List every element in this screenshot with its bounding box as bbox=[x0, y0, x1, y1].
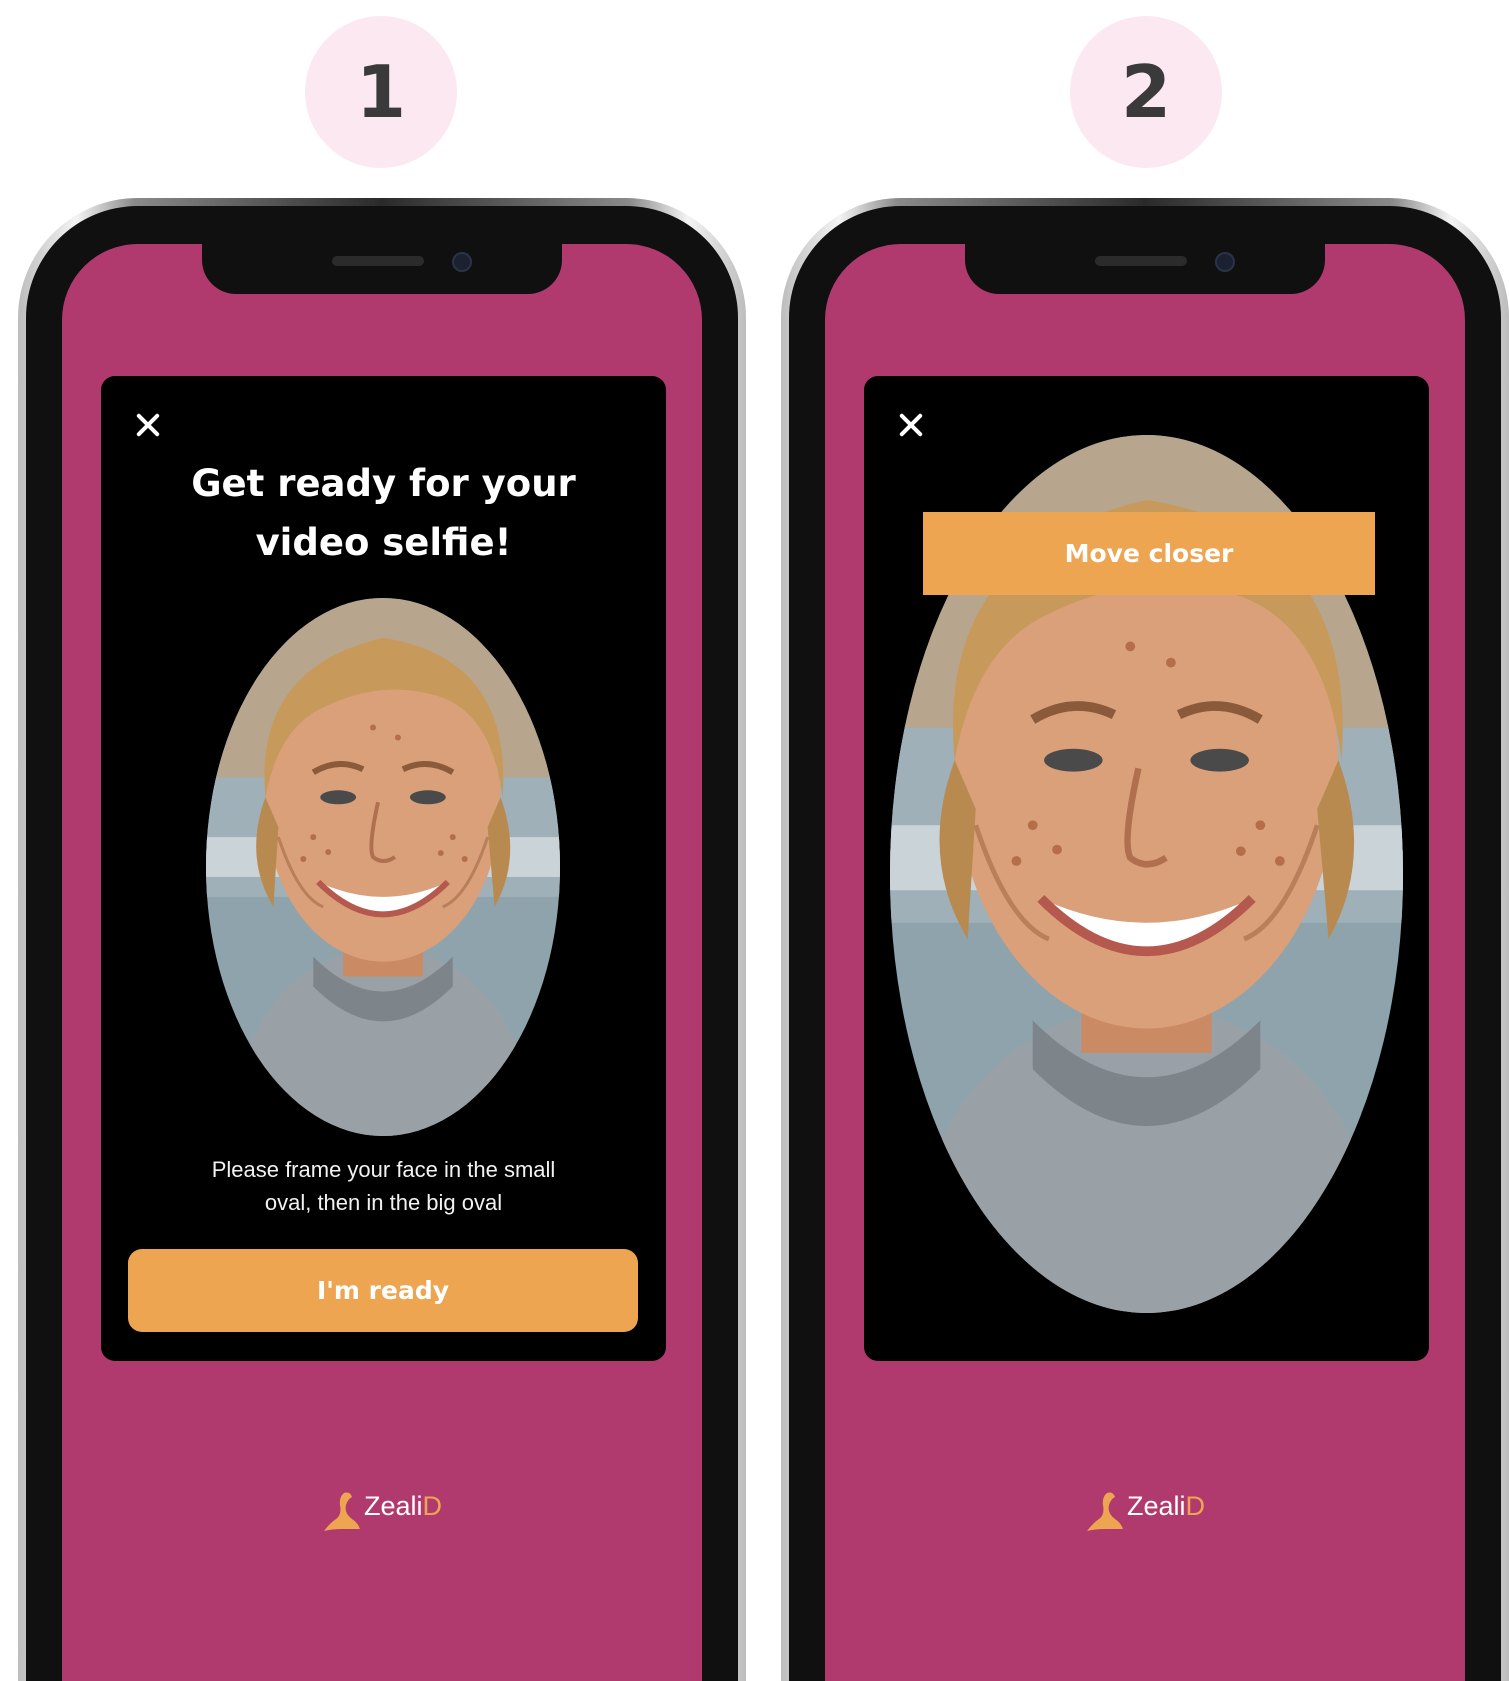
front-camera-icon bbox=[452, 252, 472, 272]
instruction-text: Please frame your face in the small oval… bbox=[151, 1153, 616, 1219]
logo-text-main: Zeali bbox=[363, 1491, 423, 1521]
close-icon[interactable] bbox=[135, 412, 161, 438]
instruction-line: Please frame your face in the small bbox=[211, 1157, 556, 1182]
face-frame-small-oval bbox=[206, 598, 560, 1136]
title-line: Get ready for your bbox=[191, 462, 576, 505]
app-screen: Move closer ZealiD bbox=[825, 244, 1465, 1681]
title-line: video selfie! bbox=[255, 521, 512, 564]
logo-text-accent: D bbox=[422, 1491, 443, 1521]
speaker-grille bbox=[332, 256, 424, 266]
logo-text-main: Zeali bbox=[1126, 1491, 1186, 1521]
move-closer-banner: Move closer bbox=[923, 512, 1375, 595]
logo-text: ZealiD bbox=[1127, 1491, 1205, 1521]
phone-notch bbox=[965, 244, 1325, 294]
seal-logo-icon bbox=[323, 1492, 360, 1531]
step-badge-2: 2 bbox=[1070, 16, 1222, 168]
step-badge-1: 1 bbox=[305, 16, 457, 168]
zealid-logo: ZealiD bbox=[322, 1489, 442, 1531]
selfie-intro-card: Get ready for your video selfie! Please … bbox=[101, 376, 666, 1361]
selfie-capture-card: Move closer bbox=[864, 376, 1429, 1361]
page-title: Get ready for your video selfie! bbox=[141, 454, 626, 572]
phone-notch bbox=[202, 244, 562, 294]
step-number: 1 bbox=[355, 50, 407, 134]
im-ready-button[interactable]: I'm ready bbox=[128, 1249, 638, 1332]
zealid-logo: ZealiD bbox=[1085, 1489, 1205, 1531]
seal-logo-icon bbox=[1086, 1492, 1123, 1531]
logo-text-accent: D bbox=[1185, 1491, 1206, 1521]
phone-frame-1: Get ready for your video selfie! Please … bbox=[18, 198, 746, 1681]
face-photo bbox=[206, 598, 560, 1136]
app-screen: Get ready for your video selfie! Please … bbox=[62, 244, 702, 1681]
instruction-line: oval, then in the big oval bbox=[264, 1190, 503, 1215]
logo-text: ZealiD bbox=[364, 1491, 442, 1521]
step-number: 2 bbox=[1120, 50, 1172, 134]
speaker-grille bbox=[1095, 256, 1187, 266]
front-camera-icon bbox=[1215, 252, 1235, 272]
phone-frame-2: Move closer ZealiD bbox=[781, 198, 1509, 1681]
banner-text: Move closer bbox=[1064, 539, 1234, 568]
close-icon[interactable] bbox=[898, 412, 924, 438]
